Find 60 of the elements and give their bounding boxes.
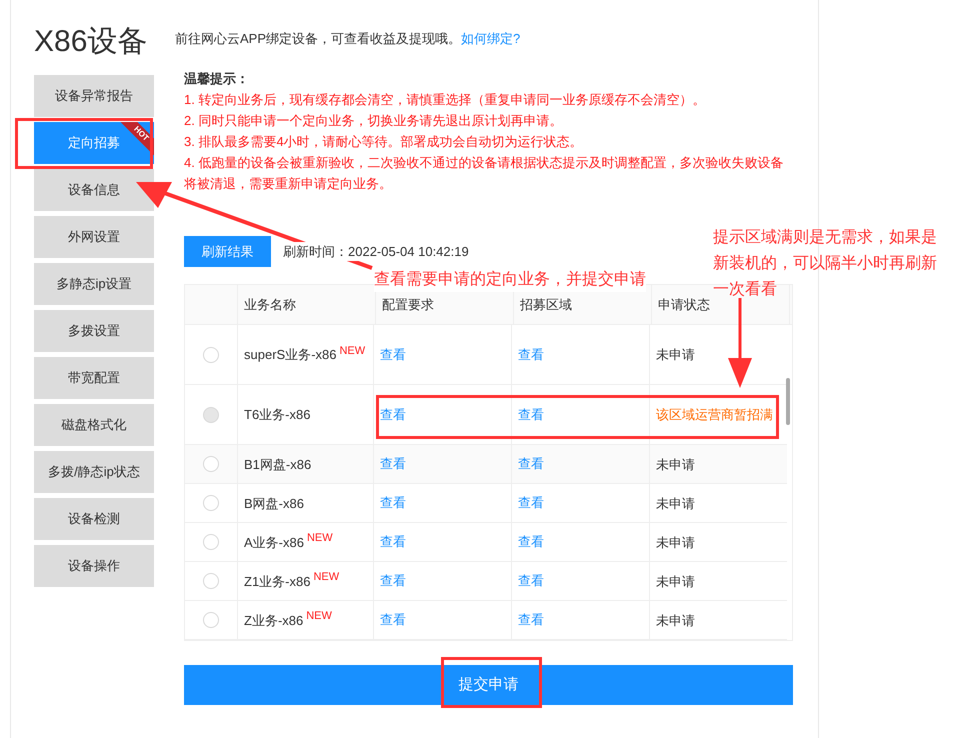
refresh-time: 刷新时间：2022-05-04 10:42:19 — [283, 242, 469, 262]
radio-button[interactable] — [203, 573, 219, 589]
apply-status: 未申请 — [656, 534, 695, 552]
view-region-link[interactable]: 查看 — [518, 571, 544, 591]
service-name: superS业务-x86 — [244, 347, 336, 362]
view-region-link[interactable]: 查看 — [518, 493, 544, 513]
notice-line: 1. 转定向业务后，现有缓存都会清空，请慎重选择（重复申请同一业务原缓存不会清空）。 — [184, 91, 706, 109]
apply-status: 未申请 — [656, 572, 695, 590]
view-config-link[interactable]: 查看 — [380, 571, 406, 591]
bind-hint: 前往网心云APP绑定设备，可查看收益及提现哦。 — [175, 31, 462, 46]
service-name: Z1业务-x86 — [244, 574, 310, 588]
notice-line: 2. 同时只能申请一个定向业务，切换业务请先退出原计划再申请。 — [184, 112, 564, 130]
service-name: T6业务-x86 — [244, 407, 310, 422]
scrollbar[interactable] — [786, 378, 790, 425]
notice-line: 3. 排队最多需要4小时，请耐心等待。部署成功会自动切为运行状态。 — [184, 133, 584, 151]
new-tag: NEW — [313, 571, 340, 583]
apply-status: 该区域运营商暂招满 — [656, 406, 773, 424]
view-config-link[interactable]: 查看 — [380, 610, 406, 630]
notice-title: 温馨提示： — [184, 70, 250, 88]
apply-status: 未申请 — [656, 456, 695, 474]
sidebar-item[interactable]: 设备检测 — [34, 498, 154, 540]
view-region-link[interactable]: 查看 — [518, 344, 544, 364]
view-config-link[interactable]: 查看 — [380, 454, 406, 474]
view-config-link[interactable]: 查看 — [380, 493, 406, 513]
view-region-link[interactable]: 查看 — [518, 610, 544, 630]
sidebar-item[interactable]: 多拨设置 — [34, 310, 154, 352]
view-config-link[interactable]: 查看 — [380, 532, 406, 552]
apply-status: 未申请 — [656, 346, 695, 364]
radio-button[interactable] — [203, 346, 219, 362]
service-name: A业务-x86 — [244, 534, 304, 550]
radio-button[interactable] — [203, 534, 219, 550]
apply-status: 未申请 — [656, 612, 695, 630]
sidebar-item[interactable]: 外网设置 — [34, 216, 154, 258]
new-tag: NEW — [306, 532, 333, 544]
sidebar-item[interactable]: 多拨/静态ip状态 — [34, 451, 154, 493]
service-name: Z业务-x86 — [244, 612, 304, 628]
sidebar-item[interactable]: 设备信息 — [34, 169, 154, 211]
sidebar-item[interactable]: 多静态ip设置 — [34, 263, 154, 305]
radio-button[interactable] — [203, 612, 219, 628]
sidebar-item[interactable]: 磁盘格式化 — [34, 404, 154, 446]
annotation-text: 提示区域满则是无需求，如果是新装机的，可以隔半小时再刷新一次看看 — [713, 228, 938, 300]
submit-button[interactable]: 提交申请 — [184, 665, 793, 705]
view-region-link[interactable]: 查看 — [518, 532, 544, 552]
page-title: X86设备 — [34, 24, 148, 60]
new-tag: NEW — [306, 610, 332, 622]
refresh-button[interactable]: 刷新结果 — [184, 236, 271, 267]
radio-button[interactable] — [203, 456, 219, 472]
how-to-bind-link[interactable]: 如何绑定? — [461, 31, 520, 46]
view-region-link[interactable]: 查看 — [518, 454, 544, 474]
apply-status: 未申请 — [656, 494, 695, 512]
notice-line: 4. 低跑量的设备会被重新验收，二次验收不通过的设备请根据状态提示及时调整配置，多次验收失败设备将被清退，需要重新申请定向业务。 — [184, 154, 784, 193]
service-name: B1网盘-x86 — [244, 456, 312, 472]
radio-button[interactable] — [203, 495, 219, 511]
annotation-text: 查看需要申请的定向业务，并提交申请 — [374, 268, 646, 292]
new-tag: NEW — [339, 344, 366, 356]
sidebar-item[interactable]: 设备操作 — [34, 545, 154, 587]
view-config-link[interactable]: 查看 — [380, 344, 406, 364]
sidebar-item[interactable]: 带宽配置 — [34, 357, 154, 399]
sidebar-item[interactable]: 设备异常报告 — [34, 75, 154, 117]
service-name: B网盘-x86 — [244, 496, 304, 510]
